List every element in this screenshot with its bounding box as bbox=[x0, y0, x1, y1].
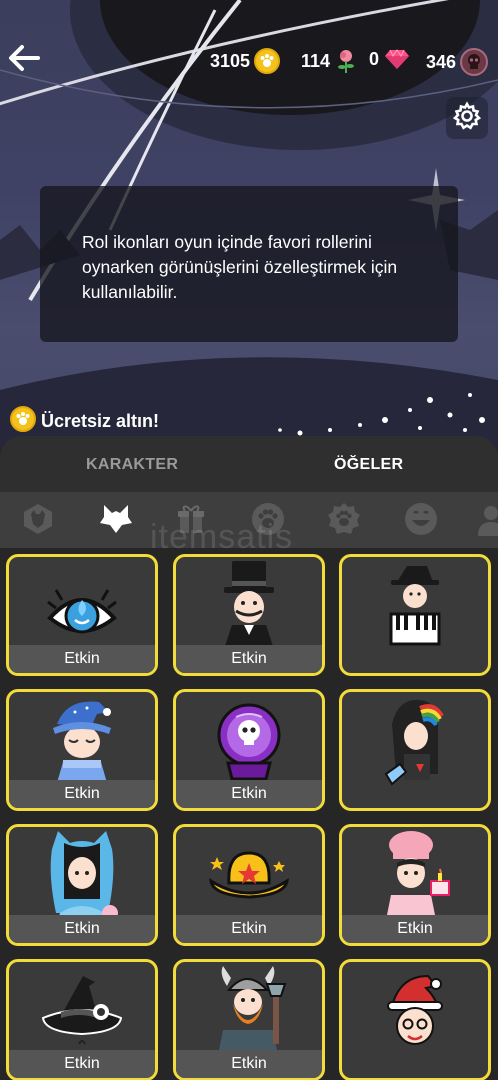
info-box: Rol ikonları oyun içinde favori rollerin… bbox=[40, 186, 458, 342]
gold-amount: 3105 bbox=[210, 50, 251, 71]
item-card[interactable]: Etkin bbox=[173, 554, 325, 676]
item-card[interactable]: Etkin bbox=[6, 959, 158, 1080]
item-card[interactable]: Etkin bbox=[173, 824, 325, 946]
category-paw[interactable] bbox=[249, 502, 287, 540]
gem-amount: 0 bbox=[369, 48, 380, 69]
rainbow-girl-icon bbox=[342, 692, 488, 792]
santa-boy-icon bbox=[342, 962, 488, 1062]
category-paw-badge[interactable] bbox=[325, 502, 363, 540]
category-avatar[interactable] bbox=[476, 502, 498, 540]
items-grid: Etkin Etkin Etkin Etkin Etkin Etkin Etki… bbox=[0, 548, 498, 1080]
paw-icon bbox=[251, 502, 285, 541]
rose-counter[interactable]: 114 bbox=[301, 48, 358, 74]
tab-karakter[interactable]: KARAKTER bbox=[86, 456, 178, 474]
skull-token-icon bbox=[460, 48, 489, 76]
tab-bar: KARAKTER ÖĞELER bbox=[0, 436, 498, 492]
wolf-head-icon bbox=[98, 501, 134, 542]
paw-coin-icon bbox=[10, 406, 36, 437]
info-text: Rol ikonları oyun içinde favori rollerin… bbox=[82, 232, 398, 302]
pianist-icon bbox=[342, 557, 488, 657]
category-wolf-badge[interactable] bbox=[19, 502, 57, 540]
baker-chef-icon bbox=[342, 827, 488, 927]
free-gold-label: Ücretsiz altın! bbox=[41, 411, 160, 431]
rose-icon bbox=[334, 48, 358, 74]
top-hat-gentleman-icon bbox=[176, 557, 322, 657]
arrow-left-icon bbox=[8, 44, 40, 77]
item-status: Etkin bbox=[176, 1050, 322, 1078]
gem-icon bbox=[383, 48, 411, 70]
gold-counter[interactable]: 3105 bbox=[210, 48, 281, 74]
category-bar bbox=[0, 492, 498, 548]
hero-background: 3105 114 0 346 Rol ikonları oyun içinde … bbox=[0, 0, 498, 470]
witch-hat-icon bbox=[9, 962, 155, 1062]
cat-hood-girl-icon bbox=[9, 827, 155, 927]
item-status: Etkin bbox=[176, 915, 322, 943]
tab-ogeler[interactable]: ÖĞELER bbox=[334, 456, 403, 474]
viking-warrior-icon bbox=[176, 962, 322, 1062]
item-status: Etkin bbox=[176, 780, 322, 808]
settings-button[interactable] bbox=[446, 97, 488, 139]
category-wolf-head[interactable] bbox=[97, 502, 135, 540]
item-status: Etkin bbox=[9, 780, 155, 808]
token-counter[interactable]: 346 bbox=[426, 48, 489, 76]
wolf-badge-icon bbox=[21, 502, 55, 541]
item-card[interactable]: Etkin bbox=[173, 689, 325, 811]
item-card[interactable] bbox=[339, 689, 491, 811]
item-card[interactable]: Etkin bbox=[6, 824, 158, 946]
item-status: Etkin bbox=[9, 645, 155, 673]
paw-badge-icon bbox=[326, 501, 362, 542]
gold-coin-icon bbox=[254, 48, 281, 74]
free-gold-button[interactable]: Ücretsiz altın! bbox=[10, 406, 159, 437]
crystal-ball-skull-icon bbox=[176, 692, 322, 792]
seer-eye-icon bbox=[9, 557, 155, 657]
category-smiley[interactable] bbox=[402, 502, 440, 540]
items-panel: KARAKTER ÖĞELER Etkin Etkin Etkin Etkin … bbox=[0, 436, 498, 1080]
avatar-icon bbox=[476, 502, 498, 540]
token-amount: 346 bbox=[426, 51, 457, 72]
smiley-icon bbox=[404, 502, 438, 541]
item-card[interactable]: Etkin bbox=[6, 554, 158, 676]
gem-counter[interactable]: 0 bbox=[369, 48, 411, 70]
item-card[interactable]: Etkin bbox=[339, 824, 491, 946]
gift-icon bbox=[176, 503, 206, 540]
item-status: Etkin bbox=[176, 645, 322, 673]
item-status: Etkin bbox=[9, 915, 155, 943]
item-card[interactable] bbox=[339, 959, 491, 1080]
item-card[interactable]: Etkin bbox=[6, 689, 158, 811]
gear-icon bbox=[452, 100, 482, 136]
rose-amount: 114 bbox=[301, 50, 331, 71]
item-status: Etkin bbox=[9, 1050, 155, 1078]
item-card[interactable] bbox=[339, 554, 491, 676]
item-card[interactable]: Etkin bbox=[173, 959, 325, 1080]
category-gift[interactable] bbox=[172, 502, 210, 540]
top-bar: 3105 114 0 346 bbox=[0, 38, 498, 86]
sleepy-wizard-icon bbox=[9, 692, 155, 792]
back-button[interactable] bbox=[6, 42, 42, 78]
item-status: Etkin bbox=[342, 915, 488, 943]
cowboy-hat-icon bbox=[176, 827, 322, 927]
